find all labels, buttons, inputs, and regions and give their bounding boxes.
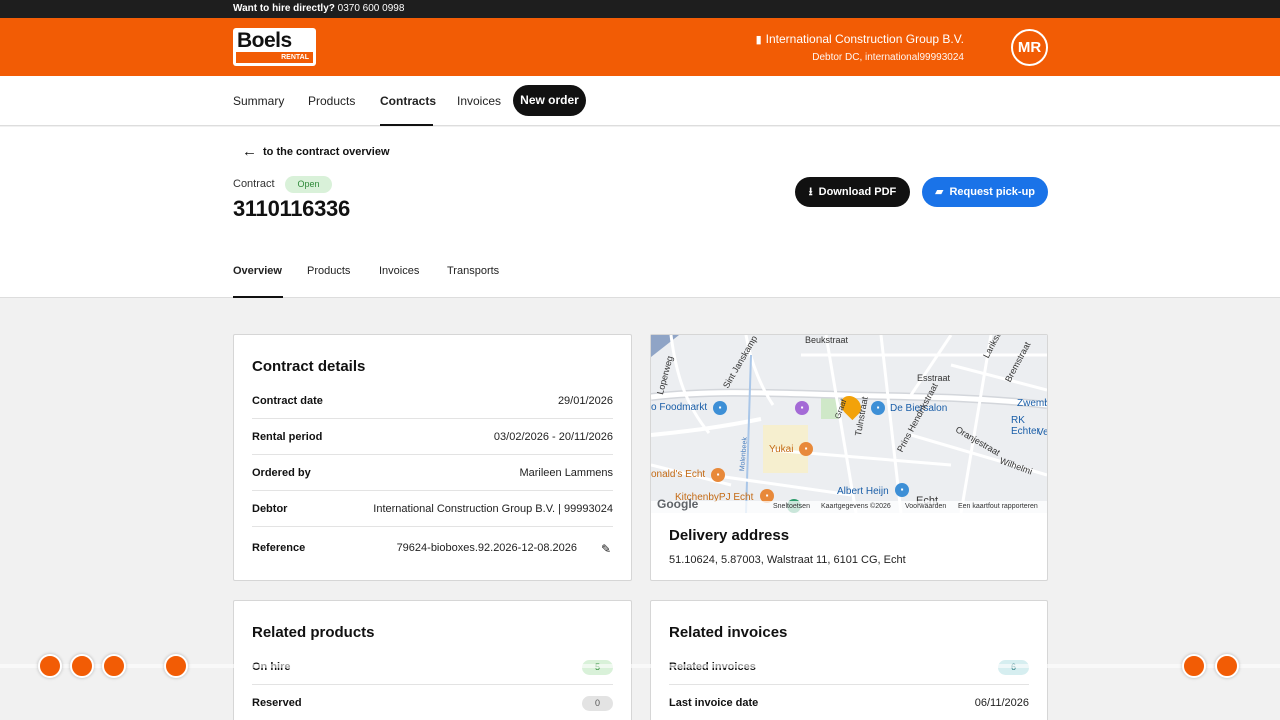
map-data-link[interactable]: Kaartgegevens ©2026 (821, 501, 891, 513)
restaurant-pin-icon[interactable]: ▪ (711, 468, 725, 482)
nav-contracts[interactable]: Contracts (380, 76, 436, 126)
tab-invoices[interactable]: Invoices (379, 257, 419, 298)
detail-value: 29/01/2026 (557, 395, 613, 407)
related-label: Last invoice date (669, 697, 759, 709)
logo-sub: RENTAL (236, 52, 313, 63)
detail-row: Contract date 29/01/2026 (252, 383, 613, 419)
request-pickup-label: Request pick-up (949, 186, 1036, 198)
map-label: Yukai (769, 444, 794, 455)
overlay-dot[interactable] (38, 654, 62, 678)
detail-value: 03/02/2026 - 20/11/2026 (493, 431, 613, 443)
arrow-left-icon: ← (242, 143, 257, 160)
map-label: onald's Echt (651, 469, 706, 480)
contract-details-card: Contract details Contract date 29/01/202… (233, 334, 632, 581)
restaurant-pin-icon[interactable]: ▪ (799, 442, 813, 456)
overlay-dot[interactable] (70, 654, 94, 678)
map-label: Beukstraat (805, 335, 849, 345)
map-label: o Foodmarkt (651, 402, 708, 413)
avatar[interactable]: MR (1011, 29, 1048, 66)
site-header: Boels RENTAL ▮ International Construction… (0, 18, 1280, 76)
detail-label: Ordered by (252, 467, 311, 479)
overlay-line (0, 664, 1280, 668)
detail-label: Debtor (252, 503, 288, 515)
main-nav: Summary Products Contracts Invoices New … (0, 76, 1280, 126)
count-badge: 0 (582, 696, 613, 711)
map-shortcuts-link[interactable]: Sneltoetsen (773, 501, 810, 513)
bar-pin-icon[interactable]: ▪ (871, 401, 885, 415)
detail-label: Rental period (252, 431, 323, 443)
map-report-link[interactable]: Een kaartfout rapporteren (958, 501, 1038, 513)
detail-row: Debtor International Construction Group … (252, 491, 613, 527)
new-order-button[interactable]: New order (513, 85, 586, 116)
related-product-row[interactable]: Reserved 0 (252, 685, 613, 720)
detail-value: Marileen Lammens (519, 467, 613, 479)
truck-icon: ▰ (934, 186, 944, 198)
detail-row: Ordered by Marileen Lammens (252, 455, 613, 491)
overlay-dot[interactable] (164, 654, 188, 678)
hire-phone[interactable]: 0370 600 0998 (338, 3, 405, 14)
google-logo: Google (657, 497, 699, 511)
delivery-address-text: 51.10624, 5.87003, Walstraat 11, 6101 CG… (669, 554, 906, 566)
download-icon: ⭳ (808, 186, 813, 198)
map-label: Ve (1037, 427, 1047, 438)
overlay-dot[interactable] (1182, 654, 1206, 678)
back-link[interactable]: ← to the contract overview (242, 143, 390, 160)
delivery-address-title: Delivery address (669, 527, 790, 544)
tab-transports[interactable]: Transports (447, 257, 499, 298)
account-info[interactable]: ▮ International Construction Group B.V. D… (756, 31, 964, 66)
contract-number: 3110116336 (233, 196, 350, 221)
related-products-title: Related products (252, 624, 375, 641)
related-invoices-title: Related invoices (669, 624, 788, 641)
tab-products[interactable]: Products (307, 257, 350, 298)
detail-row: Rental period 03/02/2026 - 20/11/2026 (252, 419, 613, 455)
tab-overview[interactable]: Overview (233, 257, 283, 298)
detail-value: 79624-bioboxes.92.2026-12-08.2026 (396, 542, 577, 554)
pencil-icon[interactable]: ✎ (599, 542, 613, 556)
debtor-info: Debtor DC, international99993024 (812, 52, 964, 63)
download-pdf-button[interactable]: ⭳ Download PDF (795, 177, 910, 207)
detail-row-reference: Reference 79624-bioboxes.92.2026-12-08.2… (252, 530, 613, 566)
place-pin-icon[interactable]: ▪ (795, 401, 809, 415)
detail-label: Contract date (252, 395, 323, 407)
request-pickup-button[interactable]: ▰ Request pick-up (922, 177, 1048, 207)
nav-summary[interactable]: Summary (233, 76, 284, 126)
overlay-dot[interactable] (102, 654, 126, 678)
related-invoice-row: Last invoice date 06/11/2026 (669, 685, 1029, 720)
overlay-dot[interactable] (1215, 654, 1239, 678)
top-contact-bar: Want to hire directly? 0370 600 0998 (0, 0, 1280, 18)
detail-label: Reference (252, 542, 306, 554)
shop-pin-icon[interactable]: ▪ (713, 401, 727, 415)
map-attribution: Sneltoetsen Kaartgegevens ©2026 Voorwaar… (651, 501, 1047, 513)
detail-value: International Construction Group B.V. | … (373, 503, 613, 515)
company-name: International Construction Group B.V. (765, 32, 964, 46)
overlay-dots (0, 654, 1280, 678)
nav-products[interactable]: Products (308, 76, 355, 126)
delivery-map[interactable]: Beukstraat Esstraat o Foodmarkt ▪ ▪ ▪ De… (651, 335, 1047, 513)
contract-details-title: Contract details (252, 358, 366, 375)
download-pdf-label: Download PDF (818, 186, 897, 198)
back-link-label: to the contract overview (263, 146, 390, 158)
contract-type-label: Contract (233, 178, 275, 190)
boels-logo[interactable]: Boels RENTAL (233, 28, 316, 66)
map-terms-link[interactable]: Voorwaarden (905, 501, 946, 513)
contract-header: ← to the contract overview Contract Open … (0, 127, 1280, 298)
delivery-address-card: Beukstraat Esstraat o Foodmarkt ▪ ▪ ▪ De… (650, 334, 1048, 581)
map-label: Zwemb (1017, 398, 1047, 409)
related-label: Reserved (252, 697, 302, 709)
building-icon: ▮ (755, 34, 762, 46)
nav-invoices[interactable]: Invoices (457, 76, 501, 126)
related-value: 06/11/2026 (974, 697, 1029, 709)
logo-name: Boels (237, 29, 292, 52)
status-badge: Open (285, 176, 332, 193)
shop-pin-icon[interactable]: ▪ (895, 483, 909, 497)
map-label: Albert Heijn (837, 486, 889, 497)
hire-question: Want to hire directly? (233, 3, 335, 14)
